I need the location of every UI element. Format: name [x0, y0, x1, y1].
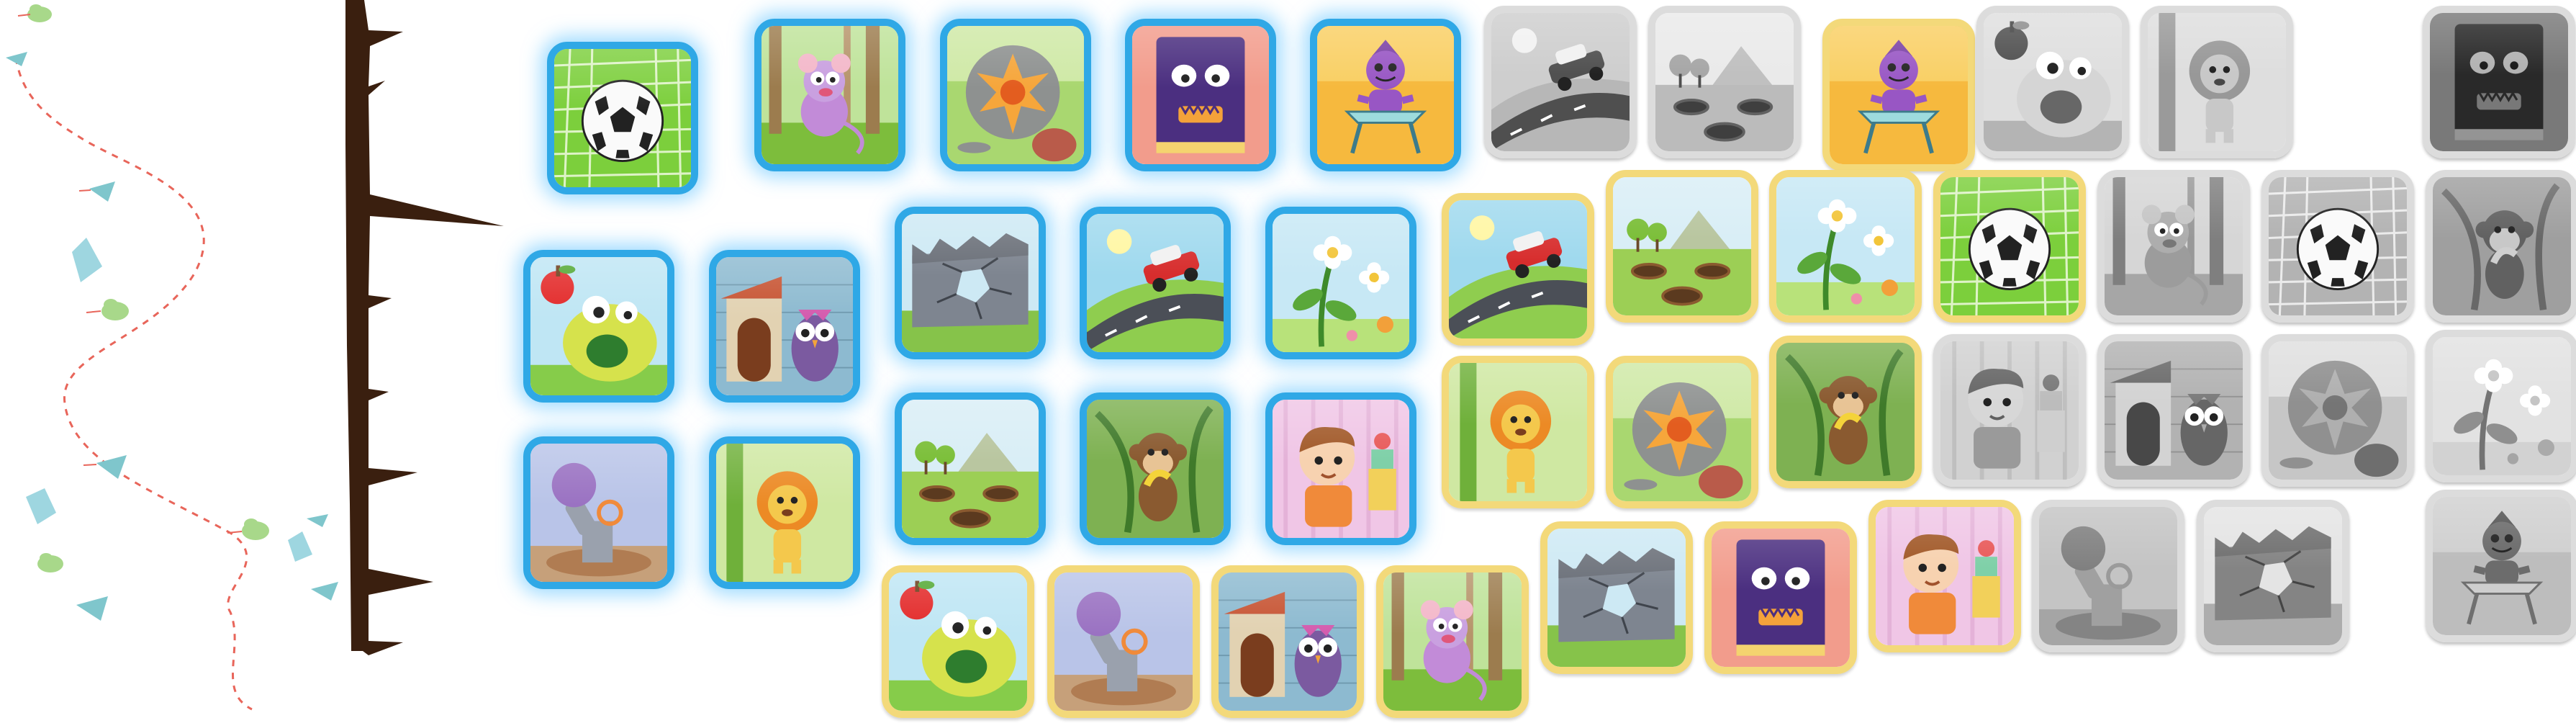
flower-plant-icon — [2433, 337, 2571, 475]
monkey-banana-icon — [1776, 343, 1915, 481]
cracked-rock-icon — [1613, 363, 1751, 501]
unlocked-sticker-tile[interactable] — [1310, 19, 1461, 171]
mouse-in-forest-icon — [761, 26, 898, 164]
purple-robot-icon — [1830, 26, 1968, 164]
hills-holes-icon — [902, 400, 1039, 538]
locked-sticker-tile[interactable] — [2141, 6, 2293, 158]
lion-icon — [1449, 363, 1587, 501]
unlocked-sticker-tile[interactable] — [547, 42, 698, 194]
collected-sticker-tile[interactable] — [1047, 565, 1200, 718]
collected-sticker-tile[interactable] — [1769, 170, 1922, 323]
car-on-hill-icon — [1491, 13, 1630, 151]
collected-sticker-tile[interactable] — [1769, 336, 1922, 488]
locked-sticker-tile[interactable] — [1484, 6, 1637, 158]
unlocked-sticker-tile[interactable] — [1265, 207, 1416, 359]
green-apple-monster-icon — [530, 257, 667, 395]
collected-sticker-tile[interactable] — [1822, 19, 1975, 171]
owl-doghouse-icon — [2105, 341, 2243, 480]
purple-book-monster-icon — [1132, 26, 1269, 164]
owl-doghouse-icon — [716, 257, 853, 395]
flower-plant-icon — [1273, 214, 1409, 352]
locked-sticker-tile[interactable] — [2032, 500, 2184, 652]
lion-icon — [716, 444, 853, 582]
green-apple-monster-icon — [1984, 13, 2122, 151]
unlocked-sticker-tile[interactable] — [709, 436, 860, 589]
collected-sticker-tile[interactable] — [1211, 565, 1364, 718]
cracked-wall-icon — [902, 214, 1039, 352]
cracked-rock-icon — [947, 26, 1084, 164]
unlocked-sticker-tile[interactable] — [1265, 392, 1416, 545]
unlocked-sticker-tile[interactable] — [754, 19, 905, 171]
purple-robot-icon — [1317, 26, 1454, 164]
cracked-wall-icon — [1547, 529, 1686, 667]
hills-holes-icon — [1613, 177, 1751, 315]
locked-sticker-tile[interactable] — [2426, 330, 2576, 482]
boy-icon — [1273, 400, 1409, 538]
soccer-ball-icon — [1940, 177, 2079, 315]
unlocked-sticker-tile[interactable] — [895, 392, 1046, 545]
collected-sticker-tile[interactable] — [1540, 521, 1693, 674]
unlocked-sticker-tile[interactable] — [1080, 207, 1231, 359]
unlocked-sticker-tile[interactable] — [1080, 392, 1231, 545]
owl-doghouse-icon — [1219, 572, 1357, 711]
cracked-wall-icon — [2204, 507, 2342, 645]
green-apple-monster-icon — [889, 572, 1027, 711]
car-on-hill-icon — [1449, 200, 1587, 338]
purple-book-monster-icon — [1712, 529, 1850, 667]
unlocked-sticker-tile[interactable] — [523, 250, 674, 403]
unlocked-sticker-tile[interactable] — [895, 207, 1046, 359]
locked-sticker-tile[interactable] — [2426, 490, 2576, 642]
car-on-hill-icon — [1087, 214, 1224, 352]
collected-sticker-tile[interactable] — [1606, 356, 1758, 508]
boy-icon — [1876, 507, 2014, 645]
collected-sticker-tile[interactable] — [1442, 193, 1594, 346]
collected-sticker-tile[interactable] — [1442, 356, 1594, 508]
monkey-banana-icon — [2433, 177, 2571, 315]
locked-sticker-tile[interactable] — [2426, 170, 2576, 323]
locked-sticker-tile[interactable] — [1933, 334, 2086, 487]
purple-cannon-icon — [530, 444, 667, 582]
cracked-rock-icon — [2269, 341, 2407, 480]
unlocked-sticker-tile[interactable] — [1125, 19, 1276, 171]
collected-sticker-tile[interactable] — [882, 565, 1034, 718]
locked-sticker-tile[interactable] — [2261, 170, 2414, 323]
unlocked-sticker-tile[interactable] — [523, 436, 674, 589]
purple-cannon-icon — [1054, 572, 1193, 711]
locked-sticker-tile[interactable] — [2423, 6, 2575, 158]
hills-holes-icon — [1655, 13, 1794, 151]
purple-robot-icon — [2433, 497, 2571, 635]
unlocked-sticker-tile[interactable] — [940, 19, 1091, 171]
locked-sticker-tile[interactable] — [2197, 500, 2349, 652]
locked-sticker-tile[interactable] — [2097, 170, 2250, 323]
boy-icon — [1940, 341, 2079, 480]
mouse-in-forest-icon — [1383, 572, 1522, 711]
monkey-banana-icon — [1087, 400, 1224, 538]
purple-cannon-icon — [2039, 507, 2177, 645]
lion-icon — [2148, 13, 2286, 151]
locked-sticker-tile[interactable] — [2261, 334, 2414, 487]
collected-sticker-tile[interactable] — [1868, 500, 2021, 652]
sticker-collection-board — [0, 0, 2576, 723]
collected-sticker-tile[interactable] — [1704, 521, 1857, 674]
locked-sticker-tile[interactable] — [1648, 6, 1801, 158]
flower-plant-icon — [1776, 177, 1915, 315]
mouse-in-forest-icon — [2105, 177, 2243, 315]
soccer-ball-icon — [554, 49, 691, 187]
soccer-ball-icon — [2269, 177, 2407, 315]
collected-sticker-tile[interactable] — [1933, 170, 2086, 323]
collected-sticker-tile[interactable] — [1606, 170, 1758, 323]
locked-sticker-tile[interactable] — [1976, 6, 2129, 158]
purple-book-monster-icon — [2430, 13, 2568, 151]
unlocked-sticker-tile[interactable] — [709, 250, 860, 403]
locked-sticker-tile[interactable] — [2097, 334, 2250, 487]
collected-sticker-tile[interactable] — [1376, 565, 1529, 718]
